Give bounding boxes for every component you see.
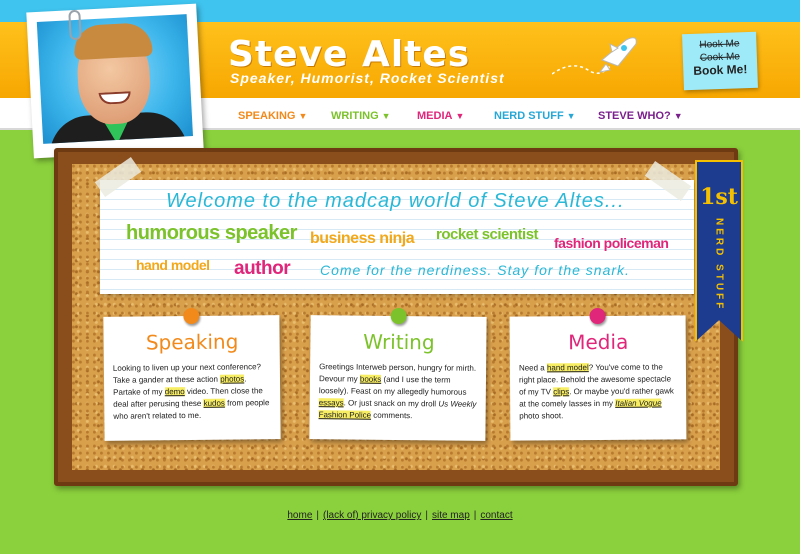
caret-down-icon: ▼ [298, 111, 308, 121]
photos-link[interactable]: photos [220, 374, 245, 384]
footer-links: home | (lack of) privacy policy | site map | c… [0, 510, 800, 521]
keyword-humorous-speaker: humorous speaker [126, 222, 297, 244]
us-weekly-text: Us Weekly [438, 399, 477, 409]
demo-link[interactable]: demo [164, 387, 185, 397]
books-link[interactable]: books [359, 374, 382, 384]
text-run: Need a [518, 363, 547, 373]
hand-model-link[interactable]: hand model [546, 363, 589, 373]
nerd-stuff-ribbon[interactable]: 1st NERD STUFF [695, 160, 743, 342]
keyword-author: author [234, 258, 291, 279]
pushpin-icon [390, 307, 407, 325]
hair-graphic [73, 22, 153, 61]
keyword-fashion-policeman: fashion policeman [554, 235, 669, 251]
nav-label: WRITING [331, 110, 379, 122]
sticky-line-book: Book Me! [693, 62, 748, 78]
profile-photo [36, 14, 193, 144]
nav-item-nerd-stuff[interactable]: NERD STUFF ▼ [494, 110, 576, 122]
text-run: photo shoot. [519, 411, 564, 421]
footer-home-link[interactable]: home [287, 510, 312, 521]
card-title[interactable]: Media [519, 329, 678, 354]
card-title[interactable]: Speaking [113, 329, 272, 355]
text-run: comments. [371, 410, 413, 421]
text-run: . Or just snack on my droll [343, 398, 439, 409]
nav-label: STEVE WHO? [598, 110, 671, 122]
footer-site-map-link[interactable]: site map [432, 510, 470, 521]
card-text: Need a hand model? You've come to the ri… [519, 361, 678, 422]
nav-label: MEDIA [417, 110, 453, 122]
nav-item-steve-who[interactable]: STEVE WHO? ▼ [598, 110, 683, 122]
footer-privacy-link[interactable]: (lack of) privacy policy [323, 510, 421, 521]
site-title[interactable]: Steve Altes [228, 34, 470, 75]
pushpin-icon [183, 307, 200, 325]
writing-card: Writing Greetings Interweb person, hungr… [309, 307, 487, 441]
nav-item-writing[interactable]: WRITING ▼ [331, 110, 391, 122]
profile-photo-frame [26, 3, 204, 159]
kudos-link[interactable]: kudos [203, 398, 225, 408]
clips-link[interactable]: clips [553, 387, 570, 397]
rocket-icon [552, 37, 637, 75]
footer-contact-link[interactable]: contact [480, 510, 512, 521]
caret-down-icon: ▼ [381, 111, 391, 121]
italian-vogue-link[interactable]: Italian Vogue [615, 398, 662, 408]
footer-separator: | [316, 510, 319, 521]
footer-separator: | [473, 510, 477, 521]
caret-down-icon: ▼ [566, 111, 576, 121]
nav-item-media[interactable]: MEDIA ▼ [417, 110, 464, 122]
media-card: Media Need a hand model? You've come to … [509, 307, 687, 441]
card-text: Greetings Interweb person, hungry for mi… [318, 361, 479, 423]
card-title[interactable]: Writing [319, 329, 478, 355]
essays-link[interactable]: essays [318, 398, 344, 408]
ribbon-place: 1st [700, 184, 738, 210]
nav-label: NERD STUFF [494, 110, 564, 122]
speaking-card: Speaking Looking to liven up your next c… [103, 307, 281, 441]
card-text: Looking to liven up your next conference… [113, 361, 273, 423]
site-tagline: Speaker, Humorist, Rocket Scientist [230, 70, 505, 86]
welcome-text: Welcome to the madcap world of Steve Alt… [166, 190, 625, 212]
ribbon-label: NERD STUFF [713, 218, 725, 312]
snark-text: Come for the nerdiness. Stay for the sna… [320, 262, 630, 278]
caret-down-icon: ▼ [673, 111, 683, 121]
nav-item-speaking[interactable]: SPEAKING ▼ [238, 110, 307, 122]
nav-label: SPEAKING [238, 110, 296, 122]
keyword-hand-model: hand model [136, 257, 210, 273]
pushpin-icon [589, 307, 606, 325]
keyword-rocket-scientist: rocket scientist [436, 226, 539, 243]
fashion-police-link[interactable]: Fashion Police [318, 410, 372, 420]
paperclip-icon [68, 9, 82, 41]
caret-down-icon: ▼ [455, 111, 465, 121]
keyword-business-ninja: business ninja [310, 230, 415, 247]
footer-separator: | [425, 510, 428, 521]
book-me-sticky-note[interactable]: Hook Me Cook Me Book Me! [682, 31, 758, 91]
